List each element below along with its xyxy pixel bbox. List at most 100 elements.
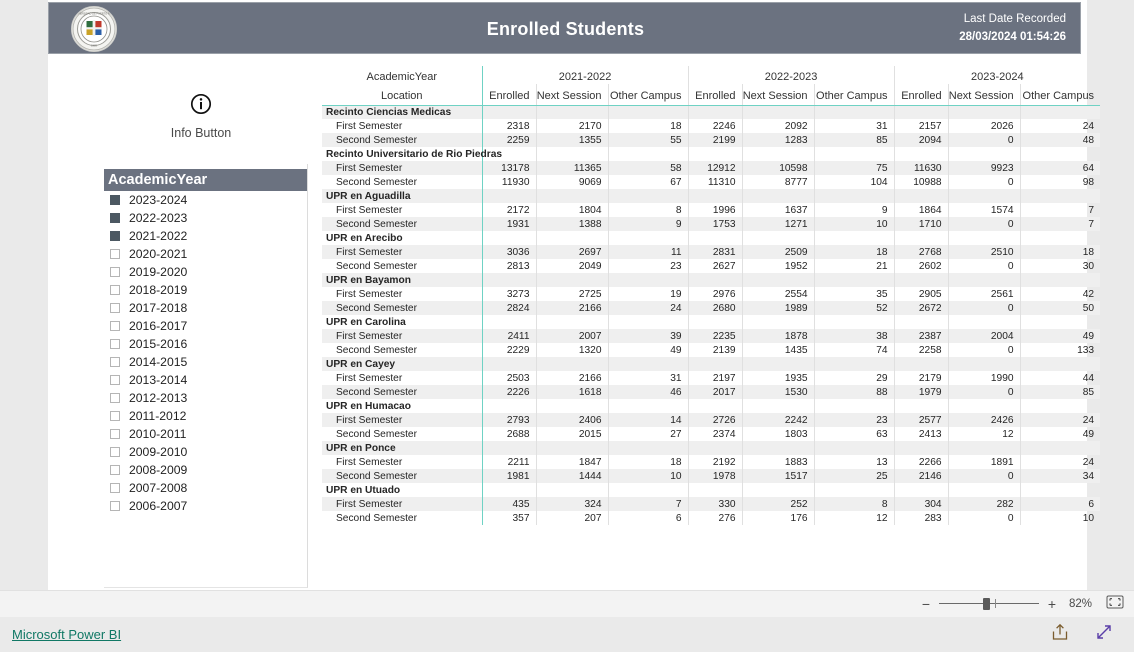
- slicer-item-2008-2009[interactable]: 2008-2009: [104, 461, 307, 479]
- matrix-row[interactable]: Second Semester 2688 2015 27 2374 1803 63 2413 1…: [322, 427, 1101, 441]
- slicer-item-2014-2015[interactable]: 2014-2015: [104, 353, 307, 371]
- slicer-item-2020-2021[interactable]: 2020-2021: [104, 245, 307, 263]
- measure-2-1[interactable]: Next Session: [947, 84, 1021, 106]
- microsoft-power-bi-link[interactable]: Microsoft Power BI: [12, 627, 121, 642]
- matrix-cell: 23: [813, 413, 895, 427]
- zoom-out-button[interactable]: −: [919, 597, 933, 611]
- measure-0-0[interactable]: Enrolled: [481, 84, 536, 106]
- slicer-item-2023-2024[interactable]: 2023-2024: [104, 191, 307, 209]
- matrix-group-row[interactable]: UPR en Humacao: [322, 399, 1101, 413]
- matrix-row[interactable]: Second Semester 2813 2049 23 2627 1952 21 2602 0…: [322, 259, 1101, 273]
- academic-year-slicer[interactable]: AcademicYear 2023-2024 2022-2023 2021-2022…: [104, 164, 308, 588]
- slicer-item-2012-2013[interactable]: 2012-2013: [104, 389, 307, 407]
- matrix-row[interactable]: Second Semester 2226 1618 46 2017 1530 88 1979 0…: [322, 385, 1101, 399]
- matrix-row[interactable]: First Semester 3036 2697 11 2831 2509 18 2768 25…: [322, 245, 1101, 259]
- zoom-slider-thumb[interactable]: [982, 598, 990, 610]
- measure-0-2[interactable]: Other Campus: [607, 84, 689, 106]
- checkbox-unchecked-icon[interactable]: [110, 375, 120, 385]
- matrix-row[interactable]: First Semester 2211 1847 18 2192 1883 13 2266 18…: [322, 455, 1101, 469]
- matrix-cell: [813, 483, 895, 497]
- slicer-item-2016-2017[interactable]: 2016-2017: [104, 317, 307, 335]
- location-group-label: UPR en Ponce: [326, 442, 396, 454]
- checkbox-unchecked-icon[interactable]: [110, 483, 120, 493]
- matrix-row[interactable]: First Semester 3273 2725 19 2976 2554 35 2905 25…: [322, 287, 1101, 301]
- matrix-cell: 1444: [535, 469, 608, 483]
- matrix-row[interactable]: First Semester 2793 2406 14 2726 2242 23 2577 24…: [322, 413, 1101, 427]
- checkbox-unchecked-icon[interactable]: [110, 393, 120, 403]
- checkbox-checked-icon[interactable]: [110, 231, 120, 241]
- location-group-label: UPR en Humacao: [326, 400, 411, 412]
- zoom-slider[interactable]: [938, 597, 1039, 611]
- checkbox-unchecked-icon[interactable]: [110, 285, 120, 295]
- checkbox-unchecked-icon[interactable]: [110, 411, 120, 421]
- checkbox-unchecked-icon[interactable]: [110, 465, 120, 475]
- matrix-row[interactable]: Second Semester 357 207 6 276 176 12 283 0 10: [322, 511, 1101, 525]
- matrix-group-row[interactable]: UPR en Aguadilla: [322, 189, 1101, 203]
- matrix-group-row[interactable]: UPR en Ponce: [322, 441, 1101, 455]
- slicer-item-2007-2008[interactable]: 2007-2008: [104, 479, 307, 497]
- enrollment-matrix[interactable]: AcademicYear 2021-2022 2022-2023 2023-20…: [322, 66, 1101, 525]
- slicer-item-2018-2019[interactable]: 2018-2019: [104, 281, 307, 299]
- matrix-row[interactable]: First Semester 2411 2007 39 2235 1878 38 2387 20…: [322, 329, 1101, 343]
- matrix-row[interactable]: Second Semester 11930 9069 67 11310 8777 104 10…: [322, 175, 1101, 189]
- checkbox-unchecked-icon[interactable]: [110, 303, 120, 313]
- checkbox-unchecked-icon[interactable]: [110, 249, 120, 259]
- measure-1-2[interactable]: Other Campus: [813, 84, 895, 106]
- matrix-group-row[interactable]: UPR en Utuado: [322, 483, 1101, 497]
- matrix-row[interactable]: First Semester 435 324 7 330 252 8 304 282 6: [322, 497, 1101, 511]
- matrix-cell: 2680: [687, 301, 743, 315]
- matrix-cell: 1710: [893, 217, 949, 231]
- checkbox-unchecked-icon[interactable]: [110, 357, 120, 367]
- location-group-label: UPR en Arecibo: [326, 232, 403, 244]
- measure-0-1[interactable]: Next Session: [535, 84, 608, 106]
- measure-2-0[interactable]: Enrolled: [893, 84, 949, 106]
- checkbox-unchecked-icon[interactable]: [110, 339, 120, 349]
- matrix-group-row[interactable]: Recinto Universitario de Rio Piedras: [322, 147, 1101, 161]
- slicer-item-2006-2007[interactable]: 2006-2007: [104, 497, 307, 515]
- matrix-group-row[interactable]: Recinto Ciencias Medicas: [322, 105, 1101, 119]
- checkbox-unchecked-icon[interactable]: [110, 501, 120, 511]
- checkbox-unchecked-icon[interactable]: [110, 321, 120, 331]
- matrix-row[interactable]: First Semester 2503 2166 31 2197 1935 29 2179 19…: [322, 371, 1101, 385]
- matrix-cell: [535, 315, 608, 329]
- checkbox-checked-icon[interactable]: [110, 195, 120, 205]
- matrix-row[interactable]: Second Semester 2259 1355 55 2199 1283 85 2094 0…: [322, 133, 1101, 147]
- measure-2-2[interactable]: Other Campus: [1019, 84, 1101, 106]
- slicer-item-2009-2010[interactable]: 2009-2010: [104, 443, 307, 461]
- info-button[interactable]: Info Button: [108, 88, 294, 150]
- fit-to-page-icon[interactable]: [1106, 595, 1124, 614]
- checkbox-unchecked-icon[interactable]: [110, 267, 120, 277]
- matrix-group-row[interactable]: UPR en Arecibo: [322, 231, 1101, 245]
- matrix-row[interactable]: Second Semester 2824 2166 24 2680 1989 52 2672 0…: [322, 301, 1101, 315]
- zoom-in-button[interactable]: +: [1045, 597, 1059, 611]
- slicer-item-2010-2011[interactable]: 2010-2011: [104, 425, 307, 443]
- slicer-item-2022-2023[interactable]: 2022-2023: [104, 209, 307, 227]
- checkbox-checked-icon[interactable]: [110, 213, 120, 223]
- matrix-row[interactable]: First Semester 2318 2170 18 2246 2092 31 2157 20…: [322, 119, 1101, 133]
- share-icon[interactable]: [1050, 622, 1070, 647]
- measure-1-1[interactable]: Next Session: [741, 84, 815, 106]
- matrix-cell: 50: [1019, 301, 1101, 315]
- matrix-row[interactable]: First Semester 13178 11365 58 12912 10598 75 11…: [322, 161, 1101, 175]
- matrix-row[interactable]: Second Semester 2229 1320 49 2139 1435 74 2258 0…: [322, 343, 1101, 357]
- checkbox-unchecked-icon[interactable]: [110, 429, 120, 439]
- checkbox-unchecked-icon[interactable]: [110, 447, 120, 457]
- matrix-group-row[interactable]: UPR en Carolina: [322, 315, 1101, 329]
- matrix-cell: 85: [813, 133, 895, 147]
- slicer-item-2011-2012[interactable]: 2011-2012: [104, 407, 307, 425]
- matrix-row[interactable]: First Semester 2172 1804 8 1996 1637 9 1864 1574…: [322, 203, 1101, 217]
- fullscreen-icon[interactable]: [1094, 622, 1114, 647]
- slicer-item-2017-2018[interactable]: 2017-2018: [104, 299, 307, 317]
- location-group-label: UPR en Bayamon: [326, 274, 411, 286]
- slicer-item-2015-2016[interactable]: 2015-2016: [104, 335, 307, 353]
- slicer-item-2013-2014[interactable]: 2013-2014: [104, 371, 307, 389]
- measure-1-0[interactable]: Enrolled: [687, 84, 743, 106]
- slicer-item-2021-2022[interactable]: 2021-2022: [104, 227, 307, 245]
- slicer-item-2019-2020[interactable]: 2019-2020: [104, 263, 307, 281]
- matrix-row[interactable]: Second Semester 1931 1388 9 1753 1271 10 1710 0 7: [322, 217, 1101, 231]
- matrix-row[interactable]: Second Semester 1981 1444 10 1978 1517 25 2146 0…: [322, 469, 1101, 483]
- matrix-group-row[interactable]: UPR en Bayamon: [322, 273, 1101, 287]
- matrix-group-row[interactable]: UPR en Cayey: [322, 357, 1101, 371]
- matrix-cell: [947, 357, 1021, 371]
- semester-label: First Semester: [336, 246, 403, 258]
